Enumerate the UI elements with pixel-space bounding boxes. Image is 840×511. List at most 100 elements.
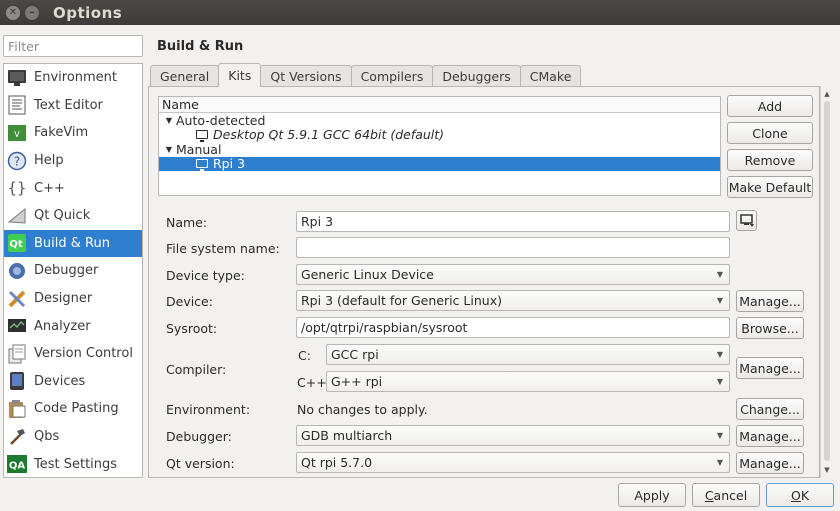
environment-label: Environment: — [166, 402, 251, 417]
chevron-down-icon: ▼ — [716, 431, 723, 440]
fs-name-field[interactable] — [296, 237, 730, 258]
make-default-button[interactable]: Make Default — [727, 176, 813, 198]
sidebar-item-label: Test Settings — [34, 456, 118, 472]
sidebar-item-designer[interactable]: Designer — [4, 285, 142, 313]
debugger-select[interactable]: GDB multiarch ▼ — [296, 425, 730, 446]
sidebar-item-text-editor[interactable]: Text Editor — [4, 92, 142, 120]
tree-group-auto-detected[interactable]: ▼ Auto-detected — [159, 113, 720, 128]
device-select[interactable]: Rpi 3 (default for Generic Linux) ▼ — [296, 290, 730, 311]
sidebar-item-label: Devices — [34, 373, 86, 389]
kit-label: Desktop Qt 5.9.1 GCC 64bit (default) — [213, 127, 445, 143]
sidebar-item-environment[interactable]: Environment — [4, 64, 142, 92]
kit-label: Rpi 3 — [213, 156, 246, 172]
svg-text:{}: {} — [7, 179, 26, 197]
sidebar-item-label: FakeVim — [34, 125, 89, 141]
minimize-icon[interactable]: – — [25, 5, 39, 20]
cancel-label-rest: ancel — [713, 487, 748, 503]
chevron-down-icon: ▼ — [716, 458, 723, 467]
expand-arrow-icon[interactable]: ▼ — [162, 145, 176, 154]
sidebar-item-help[interactable]: ? Help — [4, 147, 142, 175]
monitor-icon — [739, 214, 754, 227]
tab-qt-versions[interactable]: Qt Versions — [260, 65, 352, 87]
svg-text:Qt: Qt — [9, 239, 23, 250]
code-pasting-icon — [7, 399, 27, 419]
qt-version-manage-button[interactable]: Manage... — [736, 452, 804, 474]
kits-tree[interactable]: Name ▼ Auto-detected Desktop Qt 5.9.1 GC… — [158, 96, 721, 196]
sysroot-field[interactable]: /opt/qtrpi/raspbian/sysroot — [296, 317, 730, 338]
compiler-manage-button[interactable]: Manage... — [736, 357, 804, 379]
scroll-down-icon[interactable]: ▼ — [821, 464, 833, 476]
sidebar-item-label: Build & Run — [34, 235, 110, 251]
sidebar-item-code-pasting[interactable]: Code Pasting — [4, 395, 142, 423]
sidebar-item-label: Help — [34, 153, 64, 169]
ok-button[interactable]: OK — [766, 483, 834, 507]
cancel-button[interactable]: Cancel — [692, 483, 760, 507]
sysroot-browse-button[interactable]: Browse... — [736, 317, 804, 339]
sidebar-item-label: Qt Quick — [34, 208, 91, 224]
tab-general[interactable]: General — [150, 65, 220, 87]
svg-text:?: ? — [14, 154, 20, 168]
expand-arrow-icon[interactable]: ▼ — [162, 116, 176, 125]
environment-value: No changes to apply. — [297, 402, 428, 417]
name-field[interactable]: Rpi 3 — [296, 211, 730, 232]
debugger-manage-button[interactable]: Manage... — [736, 425, 804, 447]
tree-header-name[interactable]: Name — [159, 97, 720, 113]
compiler-c-select[interactable]: GCC rpi ▼ — [326, 344, 730, 365]
title-bar: ✕ – Options — [0, 0, 840, 25]
tree-group-manual[interactable]: ▼ Manual — [159, 142, 720, 157]
fs-name-label: File system name: — [166, 241, 280, 256]
monitor-icon — [7, 68, 27, 88]
sidebar-item-version-control[interactable]: Version Control — [4, 340, 142, 368]
tab-kits[interactable]: Kits — [218, 63, 262, 87]
sidebar-item-test-settings[interactable]: QA Test Settings — [4, 450, 142, 478]
options-sidebar: Environment Text Editor V FakeVim ? Help… — [3, 63, 143, 478]
qbs-icon — [7, 427, 27, 447]
kit-icon-button[interactable] — [736, 210, 757, 231]
scroll-up-icon[interactable]: ▲ — [821, 88, 833, 100]
sidebar-item-qbs[interactable]: Qbs — [4, 423, 142, 451]
qt-version-label: Qt version: — [166, 456, 235, 471]
sidebar-item-qt-quick[interactable]: Qt Quick — [4, 202, 142, 230]
sidebar-item-fakevim[interactable]: V FakeVim — [4, 119, 142, 147]
tab-debuggers[interactable]: Debuggers — [432, 65, 521, 87]
sidebar-item-label: Environment — [34, 70, 118, 86]
scroll-thumb[interactable] — [824, 101, 830, 461]
debugger-label: Debugger: — [166, 429, 232, 444]
sidebar-item-label: Analyzer — [34, 318, 91, 334]
environment-change-button[interactable]: Change... — [736, 398, 804, 420]
sidebar-item-devices[interactable]: Devices — [4, 368, 142, 396]
qt-build-icon: Qt — [7, 233, 27, 253]
qt-version-select[interactable]: Qt rpi 5.7.0 ▼ — [296, 452, 730, 473]
sidebar-item-label: Version Control — [34, 346, 133, 362]
ok-label-rest: K — [800, 487, 810, 503]
clone-button[interactable]: Clone — [727, 122, 813, 144]
filter-input[interactable] — [3, 35, 143, 57]
tree-item-rpi3-kit[interactable]: Rpi 3 — [159, 156, 720, 172]
name-label: Name: — [166, 215, 208, 230]
monitor-icon — [196, 130, 208, 143]
sysroot-label: Sysroot: — [166, 321, 218, 336]
add-button[interactable]: Add — [727, 95, 813, 117]
svg-text:V: V — [14, 130, 20, 139]
tab-compilers[interactable]: Compilers — [350, 65, 434, 87]
compiler-cpp-select[interactable]: G++ rpi ▼ — [326, 371, 730, 392]
ok-accelerator: O — [790, 487, 801, 503]
compiler-c-label: C: — [298, 348, 311, 363]
remove-button[interactable]: Remove — [727, 149, 813, 171]
sidebar-item-label: C++ — [34, 180, 65, 196]
analyzer-icon — [7, 316, 27, 336]
device-manage-button[interactable]: Manage... — [736, 290, 804, 312]
qa-icon: QA — [7, 454, 27, 474]
close-icon[interactable]: ✕ — [6, 5, 20, 20]
sidebar-item-cpp[interactable]: {} C++ — [4, 174, 142, 202]
tree-item-desktop-kit[interactable]: Desktop Qt 5.9.1 GCC 64bit (default) — [159, 127, 720, 143]
device-type-select[interactable]: Generic Linux Device ▼ — [296, 264, 730, 285]
chevron-down-icon: ▼ — [716, 270, 723, 279]
sidebar-item-analyzer[interactable]: Analyzer — [4, 312, 142, 340]
tab-cmake[interactable]: CMake — [519, 65, 582, 87]
panel-scrollbar[interactable]: ▲ ▼ — [820, 86, 833, 478]
sidebar-item-build-run[interactable]: Qt Build & Run — [4, 229, 142, 258]
sidebar-item-debugger[interactable]: Debugger — [4, 257, 142, 285]
apply-button[interactable]: Apply — [618, 483, 686, 507]
page-title: Build & Run — [157, 39, 244, 54]
